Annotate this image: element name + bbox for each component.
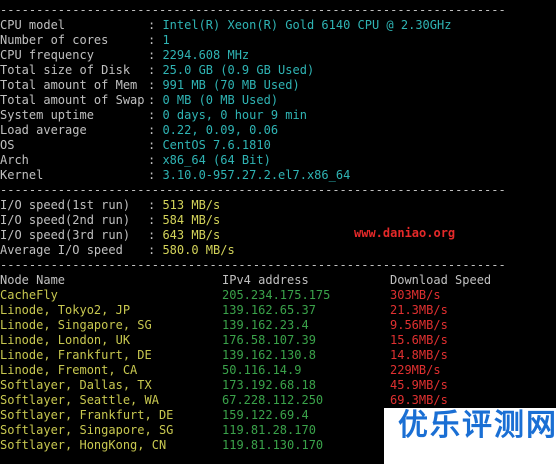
download-speed: 229MB/s	[390, 363, 441, 377]
separator-line: ----------------------------------------…	[0, 258, 506, 272]
node-name: Softlayer, HongKong, CN	[0, 438, 167, 452]
info-row: CPU model: Intel(R) Xeon(R) Gold 6140 CP…	[0, 18, 451, 33]
info-colon: :	[148, 168, 163, 182]
node-name: Softlayer, Dallas, TX	[0, 378, 152, 392]
info-colon: :	[148, 33, 163, 47]
info-value: 580.0 MB/s	[162, 243, 235, 257]
info-colon: :	[148, 78, 163, 92]
ipv4-address: 119.81.28.170	[222, 423, 316, 437]
info-label: Load average	[0, 123, 87, 137]
info-value: CentOS 7.6.1810	[162, 138, 271, 152]
info-label: Average I/O speed	[0, 243, 123, 257]
ipv4-address: 139.162.130.8	[222, 348, 316, 362]
node-name: CacheFly	[0, 288, 58, 302]
info-label: CPU model	[0, 18, 66, 32]
column-header-node: Node Name	[0, 273, 66, 287]
info-value: 513 MB/s	[162, 198, 221, 212]
ipv4-address: 205.234.175.175	[222, 288, 331, 302]
info-colon: :	[148, 93, 163, 107]
info-label: Total amount of Mem	[0, 78, 138, 92]
info-value: 991 MB (70 MB Used)	[162, 78, 300, 92]
ipv4-address: 173.192.68.18	[222, 378, 316, 392]
ipv4-address: 139.162.23.4	[222, 318, 309, 332]
info-row: Arch: x86_64 (64 Bit)	[0, 153, 271, 168]
info-colon: :	[148, 213, 163, 227]
info-colon: :	[148, 198, 163, 212]
info-row: CPU frequency: 2294.608 MHz	[0, 48, 249, 63]
info-value: 1	[162, 33, 170, 47]
info-colon: :	[148, 18, 163, 32]
info-value: Intel(R) Xeon(R) Gold 6140 CPU @ 2.30GHz	[162, 18, 452, 32]
info-row: OS: CentOS 7.6.1810	[0, 138, 271, 153]
info-value: 0 MB (0 MB Used)	[162, 93, 279, 107]
info-value: 0.22, 0.09, 0.06	[162, 123, 279, 137]
download-speed: 45.9MB/s	[390, 378, 448, 392]
separator-line: ----------------------------------------…	[0, 3, 506, 17]
info-value: x86_64 (64 Bit)	[162, 153, 271, 167]
info-row: I/O speed(3rd run): 643 MB/s	[0, 228, 220, 243]
separator-line: ----------------------------------------…	[0, 183, 506, 197]
download-speed: 15.6MB/s	[390, 333, 448, 347]
info-value: 3.10.0-957.27.2.el7.x86_64	[162, 168, 351, 182]
download-speed: 21.3MB/s	[390, 303, 448, 317]
info-label: System uptime	[0, 108, 94, 122]
download-speed: 69.3MB/s	[390, 393, 448, 407]
ipv4-address: 67.228.112.250	[222, 393, 324, 407]
info-row: System uptime: 0 days, 0 hour 9 min	[0, 108, 307, 123]
info-colon: :	[148, 48, 163, 62]
site-logo: 优乐评测网	[398, 408, 556, 443]
info-label: Total size of Disk	[0, 63, 131, 77]
info-colon: :	[148, 138, 163, 152]
ipv4-address: 50.116.14.9	[222, 363, 302, 377]
info-value: 25.0 GB (0.9 GB Used)	[162, 63, 315, 77]
info-colon: :	[148, 123, 163, 137]
node-name: Softlayer, Singapore, SG	[0, 423, 174, 437]
info-label: Arch	[0, 153, 29, 167]
node-name: Linode, Singapore, SG	[0, 318, 152, 332]
node-name: Softlayer, Frankfurt, DE	[0, 408, 174, 422]
info-colon: :	[148, 228, 163, 242]
download-speed: 14.8MB/s	[390, 348, 448, 362]
info-row: Total size of Disk: 25.0 GB (0.9 GB Used…	[0, 63, 314, 78]
info-value: 584 MB/s	[162, 213, 221, 227]
info-colon: :	[148, 108, 163, 122]
info-label: CPU frequency	[0, 48, 94, 62]
download-speed: 303MB/s	[390, 288, 441, 302]
info-label: Total amount of Swap	[0, 93, 145, 107]
info-row: Number of cores: 1	[0, 33, 170, 48]
watermark-url: www.daniao.org	[354, 226, 456, 240]
info-label: Number of cores	[0, 33, 109, 47]
info-row: I/O speed(1st run): 513 MB/s	[0, 198, 220, 213]
info-label: I/O speed(2nd run)	[0, 213, 131, 227]
info-value: 2294.608 MHz	[162, 48, 250, 62]
node-name: Linode, London, UK	[0, 333, 131, 347]
info-value: 643 MB/s	[162, 228, 221, 242]
column-header-speed: Download Speed	[390, 273, 492, 287]
info-colon: :	[148, 63, 163, 77]
info-label: OS	[0, 138, 15, 152]
node-name: Linode, Fremont, CA	[0, 363, 138, 377]
info-row: Kernel: 3.10.0-957.27.2.el7.x86_64	[0, 168, 350, 183]
terminal-window: ----------------------------------------…	[0, 0, 556, 464]
node-name: Linode, Tokyo2, JP	[0, 303, 131, 317]
node-name: Linode, Frankfurt, DE	[0, 348, 152, 362]
info-colon: :	[148, 153, 163, 167]
info-label: I/O speed(1st run)	[0, 198, 131, 212]
ipv4-address: 176.58.107.39	[222, 333, 316, 347]
info-colon: :	[148, 243, 163, 257]
info-value: 0 days, 0 hour 9 min	[162, 108, 307, 122]
info-label: I/O speed(3rd run)	[0, 228, 131, 242]
info-row: I/O speed(2nd run): 584 MB/s	[0, 213, 220, 228]
column-header-ip: IPv4 address	[222, 273, 309, 287]
info-label: Kernel	[0, 168, 44, 182]
info-row: Average I/O speed: 580.0 MB/s	[0, 243, 235, 258]
info-row: Total amount of Swap: 0 MB (0 MB Used)	[0, 93, 278, 108]
info-row: Total amount of Mem: 991 MB (70 MB Used)	[0, 78, 300, 93]
ipv4-address: 139.162.65.37	[222, 303, 316, 317]
node-name: Softlayer, Seattle, WA	[0, 393, 159, 407]
ipv4-address: 119.81.130.170	[222, 438, 324, 452]
info-row: Load average: 0.22, 0.09, 0.06	[0, 123, 278, 138]
ipv4-address: 159.122.69.4	[222, 408, 309, 422]
download-speed: 9.56MB/s	[390, 318, 448, 332]
